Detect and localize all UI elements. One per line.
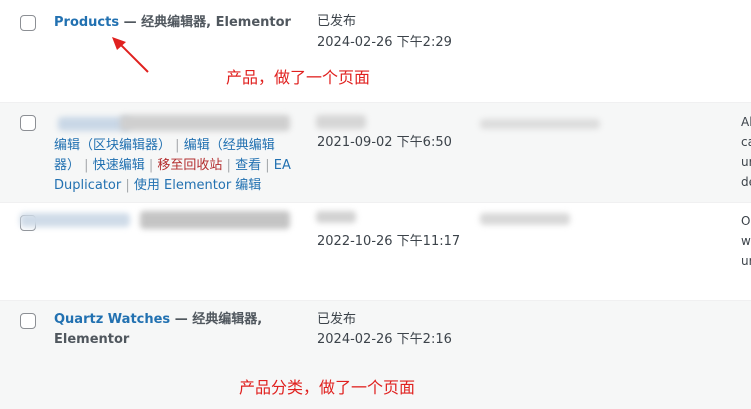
action-trash[interactable]: 移至回收站: [157, 158, 222, 173]
excerpt-fragment: ca: [741, 135, 751, 149]
row-checkbox[interactable]: [20, 115, 36, 131]
row-actions: 编辑（区块编辑器） | 编辑（经典编辑器） | 快速编辑 | 移至回收站 | 查…: [54, 136, 294, 196]
excerpt-fragment: ur: [741, 155, 751, 169]
excerpt-fragment: w: [741, 234, 751, 248]
post-title-link[interactable]: Products: [54, 15, 119, 30]
annotation-products: 产品，做了一个页面: [226, 68, 371, 87]
post-state: 经典编辑器, Elementor: [141, 15, 291, 30]
redacted-excerpt: [480, 213, 570, 225]
excerpt-fragment: ur: [741, 254, 751, 268]
table-row: Products — 经典编辑器, Elementor 已发布 2024-02-…: [0, 0, 751, 102]
post-state: 经典编辑器,: [192, 312, 263, 327]
annotation-arrow: [112, 37, 149, 73]
action-view[interactable]: 查看: [235, 158, 261, 173]
row-title-continued: Elementor: [54, 330, 129, 350]
row-title: Products — 经典编辑器, Elementor: [54, 13, 291, 33]
action-quick-edit[interactable]: 快速编辑: [93, 158, 145, 173]
action-separator: |: [175, 138, 180, 153]
title-dash: —: [170, 312, 193, 327]
row-checkbox[interactable]: [20, 313, 36, 329]
table-row: 2022-10-26 下午11:17 O w ur: [0, 202, 751, 301]
redacted-status: [316, 115, 366, 129]
post-date: 2024-02-26 下午2:16: [317, 332, 452, 347]
action-separator: |: [148, 158, 154, 173]
post-date: 2021-09-02 下午6:50: [317, 135, 452, 150]
annotation-category: 产品分类，做了一个页面: [239, 378, 416, 397]
excerpt-fragment: de: [741, 175, 751, 189]
action-separator: |: [265, 158, 270, 173]
table-row: 编辑（区块编辑器） | 编辑（经典编辑器） | 快速编辑 | 移至回收站 | 查…: [0, 102, 751, 203]
redacted-title: [20, 213, 130, 227]
action-edit-block[interactable]: 编辑（区块编辑器）: [54, 138, 171, 153]
redacted-status: [316, 211, 356, 223]
excerpt-fragment: Al: [741, 115, 751, 129]
redacted-title: [120, 115, 290, 131]
redacted-excerpt: [480, 119, 600, 129]
post-date: 2024-02-26 下午2:29: [317, 35, 452, 50]
action-edit-elementor[interactable]: 使用 Elementor 编辑: [134, 178, 261, 193]
title-dash: —: [119, 15, 142, 30]
row-title: Quartz Watches — 经典编辑器,: [54, 310, 262, 330]
post-title-link[interactable]: Quartz Watches: [54, 312, 170, 327]
action-separator: |: [84, 158, 89, 173]
row-checkbox[interactable]: [20, 15, 36, 31]
excerpt-fragment: O: [741, 214, 751, 228]
table-row: Quartz Watches — 经典编辑器, Elementor 已发布 20…: [0, 300, 751, 409]
action-separator: |: [125, 178, 130, 193]
post-state: Elementor: [54, 332, 130, 347]
post-date: 2022-10-26 下午11:17: [317, 234, 461, 249]
redacted-title: [140, 211, 290, 229]
posts-table: Products — 经典编辑器, Elementor 已发布 2024-02-…: [0, 0, 751, 409]
post-status: 已发布: [317, 312, 357, 327]
action-separator: |: [226, 158, 231, 173]
post-status: 已发布: [317, 14, 357, 29]
